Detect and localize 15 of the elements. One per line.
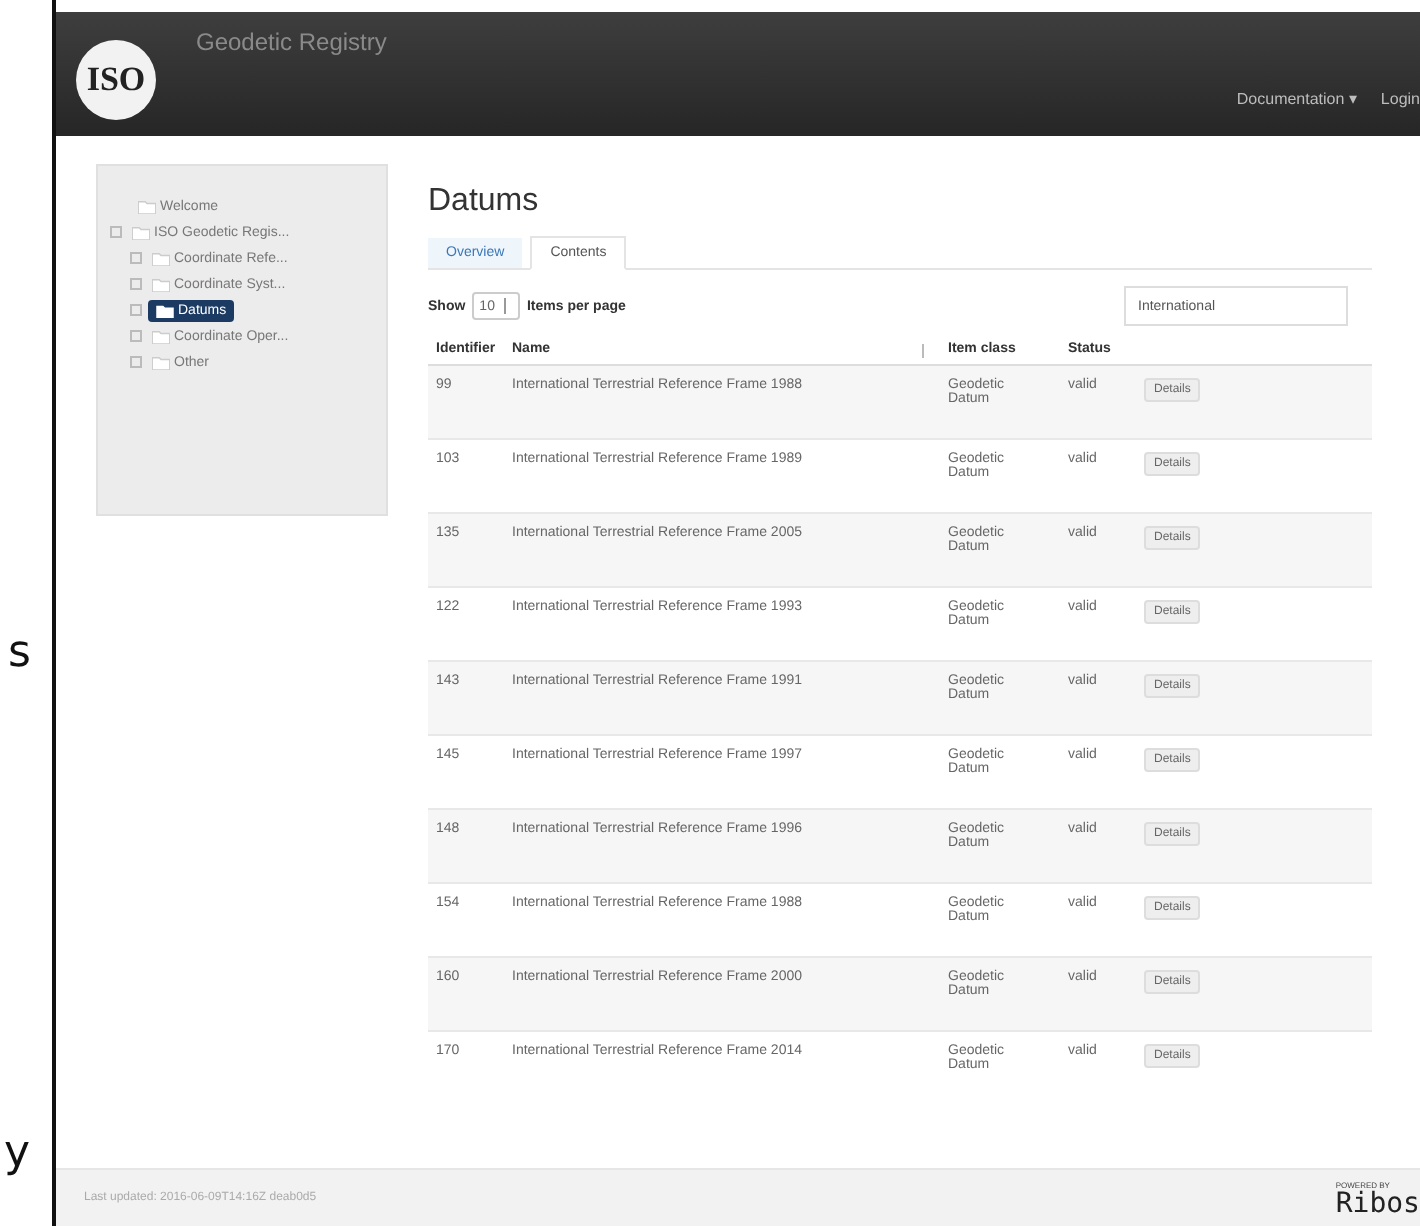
nav-link[interactable]: Documentation ▾ xyxy=(1236,90,1357,108)
slide-text: y xyxy=(4,1128,31,1180)
expand-icon[interactable] xyxy=(110,226,122,238)
expand-icon[interactable] xyxy=(130,304,142,316)
nav-link[interactable]: Login xyxy=(1380,90,1420,108)
sort-icon[interactable] xyxy=(922,344,928,358)
expand-icon[interactable] xyxy=(130,252,142,264)
site-title[interactable]: Geodetic Registry xyxy=(196,28,387,56)
expand-icon[interactable] xyxy=(130,278,142,290)
brand-logo[interactable]: Ribos xyxy=(1335,1189,1420,1217)
expand-icon[interactable] xyxy=(130,356,142,368)
expand-icon[interactable] xyxy=(130,330,142,342)
slide-text: s xyxy=(8,628,31,680)
page-title: Datums xyxy=(428,184,541,220)
iso-logo[interactable]: ISO xyxy=(76,40,156,120)
